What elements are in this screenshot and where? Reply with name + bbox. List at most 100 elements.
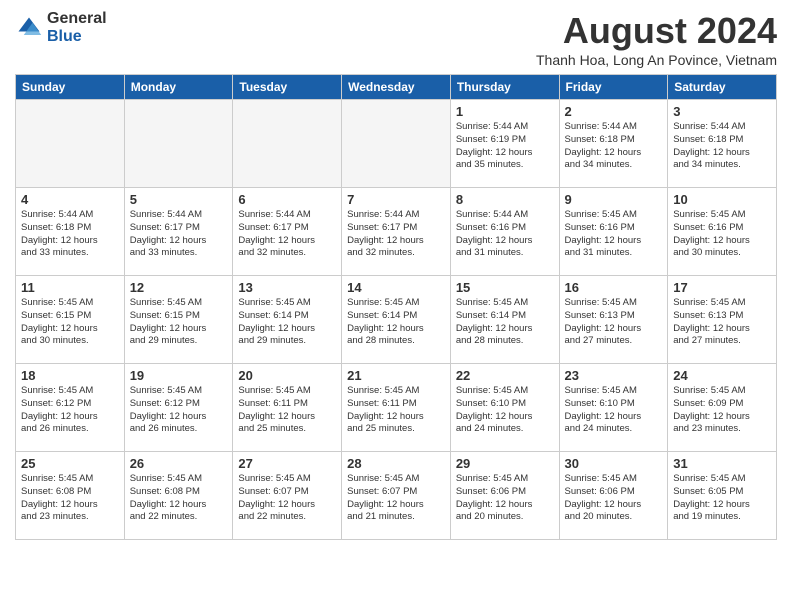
weekday-header-sunday: Sunday xyxy=(16,75,125,100)
weekday-header-row: SundayMondayTuesdayWednesdayThursdayFrid… xyxy=(16,75,777,100)
cell-info: Sunrise: 5:45 AMSunset: 6:15 PMDaylight:… xyxy=(21,297,119,348)
calendar-cell: 17Sunrise: 5:45 AMSunset: 6:13 PMDayligh… xyxy=(668,276,777,364)
cell-info: Sunrise: 5:44 AMSunset: 6:19 PMDaylight:… xyxy=(456,121,554,172)
day-number: 8 xyxy=(456,192,554,207)
cell-info: Sunrise: 5:45 AMSunset: 6:13 PMDaylight:… xyxy=(565,297,663,348)
cell-info: Sunrise: 5:45 AMSunset: 6:16 PMDaylight:… xyxy=(673,209,771,260)
day-number: 4 xyxy=(21,192,119,207)
title-area: August 2024 Thanh Hoa, Long An Povince, … xyxy=(536,10,777,68)
day-number: 25 xyxy=(21,456,119,471)
weekday-header-thursday: Thursday xyxy=(450,75,559,100)
calendar-cell xyxy=(342,100,451,188)
calendar-cell: 27Sunrise: 5:45 AMSunset: 6:07 PMDayligh… xyxy=(233,452,342,540)
cell-info: Sunrise: 5:45 AMSunset: 6:07 PMDaylight:… xyxy=(238,473,336,524)
calendar-cell: 3 Sunrise: 5:44 AMSunset: 6:18 PMDaylight… xyxy=(668,100,777,188)
day-number: 23 xyxy=(565,368,663,383)
cell-info: Sunrise: 5:45 AMSunset: 6:10 PMDaylight:… xyxy=(565,385,663,436)
day-number: 19 xyxy=(130,368,228,383)
cell-info: Sunrise: 5:44 AMSunset: 6:18 PMDaylight:… xyxy=(21,209,119,260)
day-number: 29 xyxy=(456,456,554,471)
calendar-cell: 19 Sunrise: 5:45 AMSunset: 6:12 PMDayligh… xyxy=(124,364,233,452)
calendar-cell: 13Sunrise: 5:45 AMSunset: 6:14 PMDayligh… xyxy=(233,276,342,364)
location-text: Thanh Hoa, Long An Povince, Vietnam xyxy=(536,52,777,68)
cell-info: Sunrise: 5:44 AMSunset: 6:18 PMDaylight:… xyxy=(673,121,771,172)
cell-info: Sunrise: 5:45 AMSunset: 6:08 PMDaylight:… xyxy=(21,473,119,524)
calendar-cell: 15 Sunrise: 5:45 AMSunset: 6:14 PMDayligh… xyxy=(450,276,559,364)
calendar-cell: 30Sunrise: 5:45 AMSunset: 6:06 PMDayligh… xyxy=(559,452,668,540)
calendar-cell: 2 Sunrise: 5:44 AMSunset: 6:18 PMDaylight… xyxy=(559,100,668,188)
day-number: 2 xyxy=(565,104,663,119)
weekday-header-wednesday: Wednesday xyxy=(342,75,451,100)
day-number: 14 xyxy=(347,280,445,295)
weekday-header-tuesday: Tuesday xyxy=(233,75,342,100)
calendar-cell: 26 Sunrise: 5:45 AMSunset: 6:08 PMDayligh… xyxy=(124,452,233,540)
logo: General Blue xyxy=(15,10,107,45)
calendar-cell: 16 Sunrise: 5:45 AMSunset: 6:13 PMDayligh… xyxy=(559,276,668,364)
calendar-cell: 31 Sunrise: 5:45 AMSunset: 6:05 PMDayligh… xyxy=(668,452,777,540)
calendar-cell: 5 Sunrise: 5:44 AMSunset: 6:17 PMDaylight… xyxy=(124,188,233,276)
cell-info: Sunrise: 5:45 AMSunset: 6:14 PMDaylight:… xyxy=(238,297,336,348)
calendar-cell: 18Sunrise: 5:45 AMSunset: 6:12 PMDayligh… xyxy=(16,364,125,452)
calendar-cell: 9 Sunrise: 5:45 AMSunset: 6:16 PMDaylight… xyxy=(559,188,668,276)
cell-info: Sunrise: 5:45 AMSunset: 6:12 PMDaylight:… xyxy=(21,385,119,436)
calendar-cell: 24 Sunrise: 5:45 AMSunset: 6:09 PMDayligh… xyxy=(668,364,777,452)
day-number: 16 xyxy=(565,280,663,295)
day-number: 9 xyxy=(565,192,663,207)
day-number: 28 xyxy=(347,456,445,471)
day-number: 7 xyxy=(347,192,445,207)
day-number: 1 xyxy=(456,104,554,119)
day-number: 22 xyxy=(456,368,554,383)
cell-info: Sunrise: 5:45 AMSunset: 6:16 PMDaylight:… xyxy=(565,209,663,260)
weekday-header-saturday: Saturday xyxy=(668,75,777,100)
cell-info: Sunrise: 5:45 AMSunset: 6:12 PMDaylight:… xyxy=(130,385,228,436)
calendar-week-row: 18Sunrise: 5:45 AMSunset: 6:12 PMDayligh… xyxy=(16,364,777,452)
cell-info: Sunrise: 5:44 AMSunset: 6:18 PMDaylight:… xyxy=(565,121,663,172)
cell-info: Sunrise: 5:45 AMSunset: 6:08 PMDaylight:… xyxy=(130,473,228,524)
calendar-table: SundayMondayTuesdayWednesdayThursdayFrid… xyxy=(15,74,777,540)
logo-general-text: General xyxy=(47,10,107,28)
day-number: 24 xyxy=(673,368,771,383)
cell-info: Sunrise: 5:45 AMSunset: 6:07 PMDaylight:… xyxy=(347,473,445,524)
calendar-cell: 12Sunrise: 5:45 AMSunset: 6:15 PMDayligh… xyxy=(124,276,233,364)
calendar-cell: 23 Sunrise: 5:45 AMSunset: 6:10 PMDayligh… xyxy=(559,364,668,452)
calendar-cell xyxy=(124,100,233,188)
logo-icon xyxy=(15,14,43,42)
day-number: 21 xyxy=(347,368,445,383)
day-number: 3 xyxy=(673,104,771,119)
cell-info: Sunrise: 5:45 AMSunset: 6:11 PMDaylight:… xyxy=(347,385,445,436)
day-number: 5 xyxy=(130,192,228,207)
day-number: 31 xyxy=(673,456,771,471)
day-number: 20 xyxy=(238,368,336,383)
calendar-cell xyxy=(233,100,342,188)
logo-blue-text: Blue xyxy=(47,28,107,46)
calendar-cell: 1 Sunrise: 5:44 AMSunset: 6:19 PMDaylight… xyxy=(450,100,559,188)
page-header: General Blue August 2024 Thanh Hoa, Long… xyxy=(15,10,777,68)
cell-info: Sunrise: 5:44 AMSunset: 6:16 PMDaylight:… xyxy=(456,209,554,260)
calendar-cell: 6 Sunrise: 5:44 AMSunset: 6:17 PMDaylight… xyxy=(233,188,342,276)
cell-info: Sunrise: 5:45 AMSunset: 6:11 PMDaylight:… xyxy=(238,385,336,436)
cell-info: Sunrise: 5:44 AMSunset: 6:17 PMDaylight:… xyxy=(347,209,445,260)
calendar-week-row: 11Sunrise: 5:45 AMSunset: 6:15 PMDayligh… xyxy=(16,276,777,364)
calendar-week-row: 4 Sunrise: 5:44 AMSunset: 6:18 PMDaylight… xyxy=(16,188,777,276)
day-number: 17 xyxy=(673,280,771,295)
calendar-cell: 10 Sunrise: 5:45 AMSunset: 6:16 PMDayligh… xyxy=(668,188,777,276)
cell-info: Sunrise: 5:44 AMSunset: 6:17 PMDaylight:… xyxy=(130,209,228,260)
day-number: 6 xyxy=(238,192,336,207)
weekday-header-monday: Monday xyxy=(124,75,233,100)
day-number: 12 xyxy=(130,280,228,295)
cell-info: Sunrise: 5:44 AMSunset: 6:17 PMDaylight:… xyxy=(238,209,336,260)
calendar-cell: 7 Sunrise: 5:44 AMSunset: 6:17 PMDaylight… xyxy=(342,188,451,276)
day-number: 10 xyxy=(673,192,771,207)
cell-info: Sunrise: 5:45 AMSunset: 6:09 PMDaylight:… xyxy=(673,385,771,436)
cell-info: Sunrise: 5:45 AMSunset: 6:05 PMDaylight:… xyxy=(673,473,771,524)
day-number: 15 xyxy=(456,280,554,295)
calendar-cell: 4 Sunrise: 5:44 AMSunset: 6:18 PMDaylight… xyxy=(16,188,125,276)
logo-text: General Blue xyxy=(47,10,107,45)
day-number: 30 xyxy=(565,456,663,471)
calendar-cell: 28 Sunrise: 5:45 AMSunset: 6:07 PMDayligh… xyxy=(342,452,451,540)
calendar-cell: 20 Sunrise: 5:45 AMSunset: 6:11 PMDayligh… xyxy=(233,364,342,452)
cell-info: Sunrise: 5:45 AMSunset: 6:14 PMDaylight:… xyxy=(456,297,554,348)
calendar-cell: 11Sunrise: 5:45 AMSunset: 6:15 PMDayligh… xyxy=(16,276,125,364)
day-number: 26 xyxy=(130,456,228,471)
calendar-cell: 25 Sunrise: 5:45 AMSunset: 6:08 PMDayligh… xyxy=(16,452,125,540)
